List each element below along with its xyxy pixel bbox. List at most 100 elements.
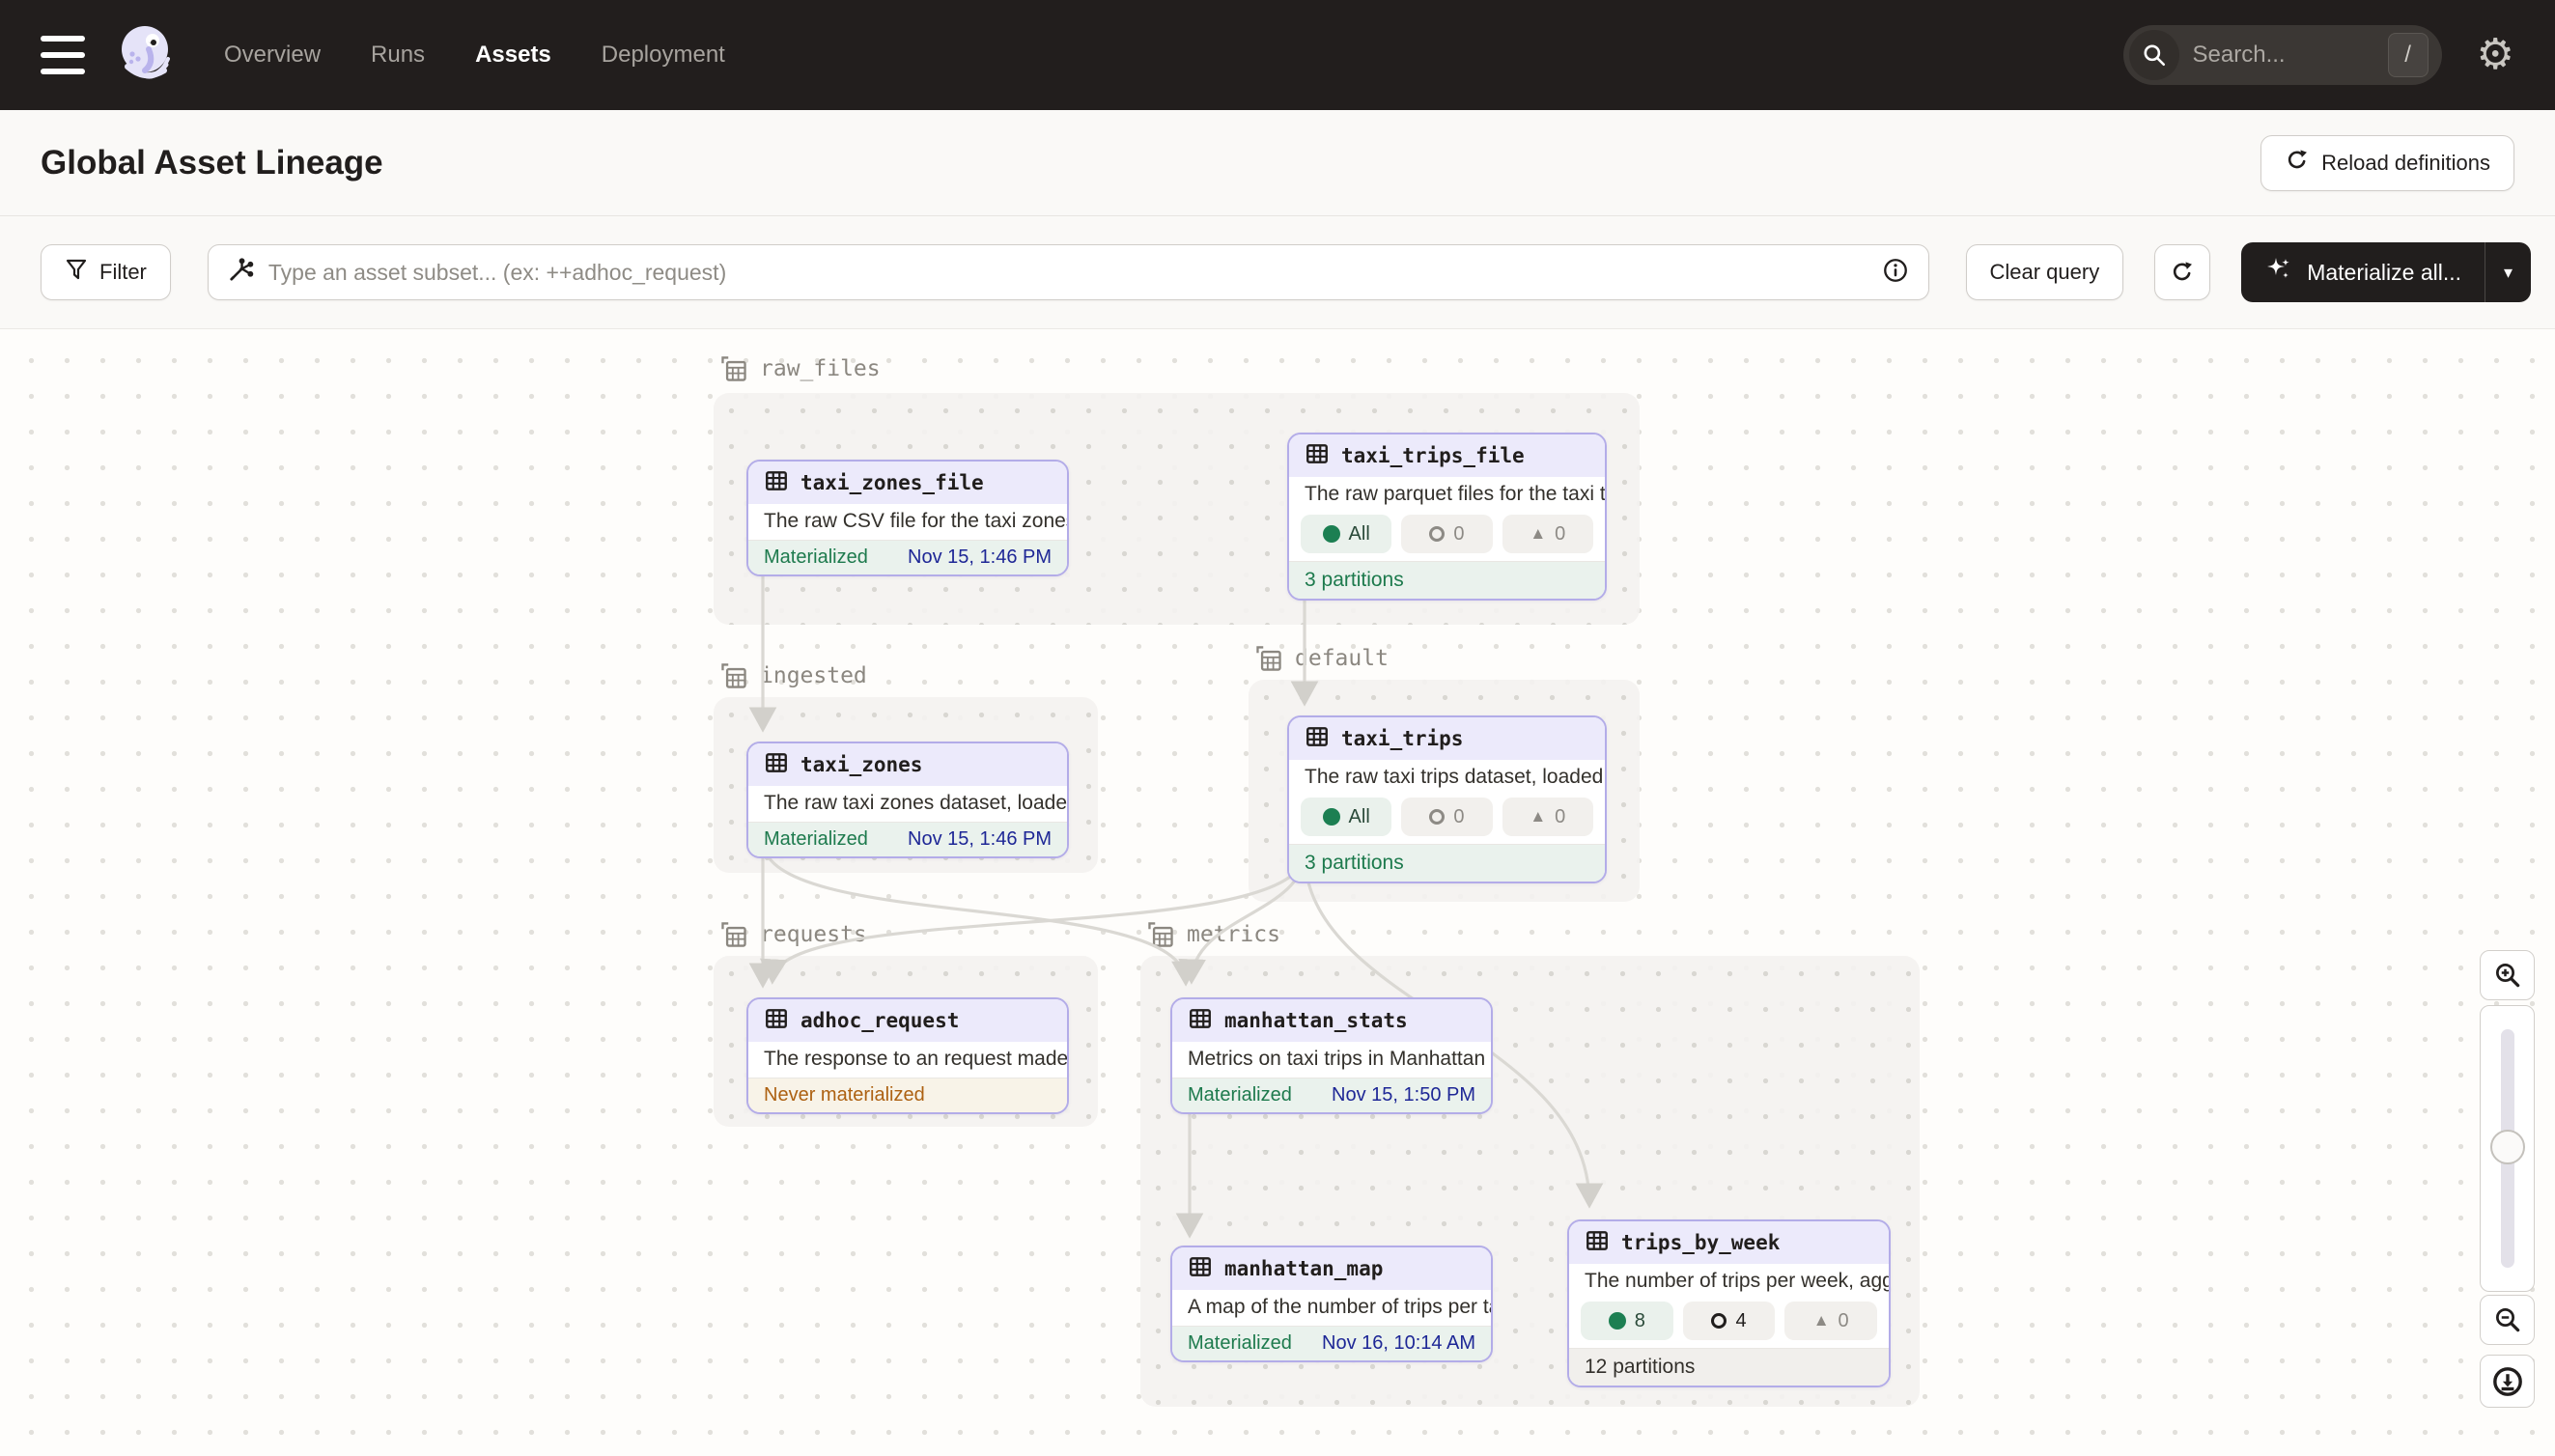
group-label-metrics[interactable]: metrics	[1146, 920, 1280, 949]
status-badge: Materialized	[764, 546, 868, 569]
group-label-requests[interactable]: requests	[719, 920, 867, 949]
green-dot-icon	[1323, 525, 1340, 543]
green-dot-icon	[1609, 1312, 1626, 1330]
download-image-button[interactable]	[2480, 1355, 2535, 1408]
table-icon	[764, 468, 789, 498]
asset-node-manhattan_stats[interactable]: manhattan_stats Metrics on taxi trips in…	[1170, 997, 1493, 1114]
partition-missing-pill[interactable]: ▲0	[1784, 1302, 1877, 1340]
green-dot-icon	[1323, 808, 1340, 826]
asset-description: The raw CSV file for the taxi zones dat.…	[748, 504, 1067, 540]
asset-name: adhoc_request	[800, 1009, 959, 1032]
zoom-slider-knob[interactable]	[2490, 1130, 2525, 1164]
partition-failed-pill[interactable]: 0	[1401, 515, 1492, 553]
hamburger-menu-icon[interactable]	[41, 36, 85, 74]
partition-count: 12 partitions	[1569, 1348, 1889, 1386]
triangle-icon: ▲	[1813, 1311, 1830, 1330]
asset-subset-placeholder: Type an asset subset... (ex: ++adhoc_req…	[268, 260, 1868, 286]
asset-node-trips_by_week[interactable]: trips_by_week The number of trips per we…	[1567, 1219, 1891, 1387]
asset-name: taxi_zones	[800, 753, 922, 776]
partition-failed-pill[interactable]: 0	[1401, 798, 1492, 836]
partition-materialized-pill[interactable]: All	[1301, 798, 1391, 836]
reload-definitions-button[interactable]: Reload definitions	[2260, 135, 2514, 191]
table-icon	[1188, 1006, 1213, 1036]
search-icon	[2129, 30, 2179, 80]
table-icon	[1305, 724, 1330, 754]
partition-missing-pill[interactable]: ▲0	[1502, 515, 1593, 553]
materialization-timestamp[interactable]: Nov 15, 1:46 PM	[908, 828, 1052, 851]
materialize-all-button[interactable]: Materialize all... ▾	[2241, 242, 2531, 302]
table-icon	[764, 750, 789, 780]
asset-node-taxi_zones[interactable]: taxi_zones The raw taxi zones dataset, l…	[746, 742, 1069, 858]
settings-gear-icon[interactable]: ⚙	[2477, 34, 2514, 76]
zoom-slider[interactable]	[2480, 1005, 2535, 1292]
materialization-timestamp[interactable]: Nov 16, 10:14 AM	[1322, 1332, 1475, 1355]
status-badge: Materialized	[764, 828, 868, 851]
dagster-logo[interactable]	[116, 22, 178, 89]
group-label-default[interactable]: default	[1254, 644, 1389, 673]
lineage-canvas[interactable]: raw_files ingested default requests metr…	[0, 329, 2555, 1456]
funnel-icon	[65, 258, 88, 287]
materialization-timestamp[interactable]: Nov 15, 1:50 PM	[1332, 1084, 1475, 1106]
nav-runs[interactable]: Runs	[371, 42, 425, 69]
ring-icon	[1429, 809, 1445, 825]
partition-count: 3 partitions	[1289, 844, 1605, 882]
asset-name: taxi_zones_file	[800, 471, 984, 494]
page-title: Global Asset Lineage	[41, 144, 383, 182]
triangle-icon: ▲	[1530, 524, 1546, 544]
table-icon	[1585, 1228, 1610, 1258]
ring-icon	[1429, 526, 1445, 542]
ring-icon	[1711, 1313, 1727, 1329]
asset-description: The raw parquet files for the taxi trips…	[1289, 477, 1605, 513]
nav-overview[interactable]: Overview	[224, 42, 321, 69]
asset-node-taxi_zones_file[interactable]: taxi_zones_file The raw CSV file for the…	[746, 460, 1069, 576]
nav-deployment[interactable]: Deployment	[602, 42, 725, 69]
partition-materialized-pill[interactable]: 8	[1581, 1302, 1673, 1340]
materialization-timestamp[interactable]: Nov 15, 1:46 PM	[908, 546, 1052, 569]
search-shortcut-badge: /	[2388, 33, 2429, 77]
partition-count: 3 partitions	[1289, 561, 1605, 599]
group-label-raw_files[interactable]: raw_files	[719, 354, 881, 383]
zoom-in-button[interactable]	[2480, 950, 2535, 1000]
asset-name: manhattan_stats	[1224, 1009, 1408, 1032]
layered-table-icon	[719, 354, 748, 383]
top-nav: Overview Runs Assets Deployment Search..…	[0, 0, 2555, 110]
group-label-ingested[interactable]: ingested	[719, 661, 867, 690]
asset-description: The number of trips per week, aggreg...	[1569, 1264, 1889, 1300]
clear-query-button[interactable]: Clear query	[1966, 244, 2124, 300]
status-badge: Never materialized	[764, 1084, 925, 1106]
asset-node-taxi_trips[interactable]: taxi_trips The raw taxi trips dataset, l…	[1287, 715, 1607, 883]
partition-materialized-pill[interactable]: All	[1301, 515, 1391, 553]
asset-name: trips_by_week	[1621, 1231, 1780, 1254]
filter-button[interactable]: Filter	[41, 244, 171, 300]
asset-description: Metrics on taxi trips in Manhattan	[1172, 1042, 1491, 1078]
asset-description: The raw taxi zones dataset, loaded int..…	[748, 786, 1067, 822]
asset-name: manhattan_map	[1224, 1257, 1383, 1280]
table-icon	[1305, 441, 1330, 471]
table-icon	[1188, 1254, 1213, 1284]
table-icon	[764, 1006, 789, 1036]
reload-icon	[2285, 148, 2310, 179]
partition-missing-pill[interactable]: ▲0	[1502, 798, 1593, 836]
status-badge: Materialized	[1188, 1332, 1292, 1355]
zoom-out-button[interactable]	[2480, 1295, 2535, 1345]
asset-name: taxi_trips	[1341, 727, 1463, 750]
download-icon	[2491, 1365, 2524, 1398]
asset-node-manhattan_map[interactable]: manhattan_map A map of the number of tri…	[1170, 1246, 1493, 1362]
asset-description: The response to an request made in th...	[748, 1042, 1067, 1078]
status-badge: Materialized	[1188, 1084, 1292, 1106]
main-nav: Overview Runs Assets Deployment	[224, 42, 725, 69]
asset-node-taxi_trips_file[interactable]: taxi_trips_file The raw parquet files fo…	[1287, 433, 1607, 601]
lineage-toolbar: Filter Type an asset subset... (ex: ++ad…	[0, 216, 2555, 329]
asset-node-adhoc_request[interactable]: adhoc_request The response to an request…	[746, 997, 1069, 1114]
materialize-dropdown-caret[interactable]: ▾	[2485, 242, 2531, 302]
asset-subset-input[interactable]: Type an asset subset... (ex: ++adhoc_req…	[208, 244, 1929, 300]
op-selector-icon	[228, 257, 255, 289]
refresh-button[interactable]	[2154, 244, 2210, 300]
sparkles-icon	[2264, 255, 2293, 290]
partition-failed-pill[interactable]: 4	[1683, 1302, 1776, 1340]
nav-assets[interactable]: Assets	[475, 42, 551, 69]
triangle-icon: ▲	[1530, 807, 1546, 826]
search-input[interactable]: Search... /	[2123, 25, 2442, 85]
info-icon[interactable]	[1882, 257, 1909, 289]
asset-description: The raw taxi trips dataset, loaded into …	[1289, 760, 1605, 796]
